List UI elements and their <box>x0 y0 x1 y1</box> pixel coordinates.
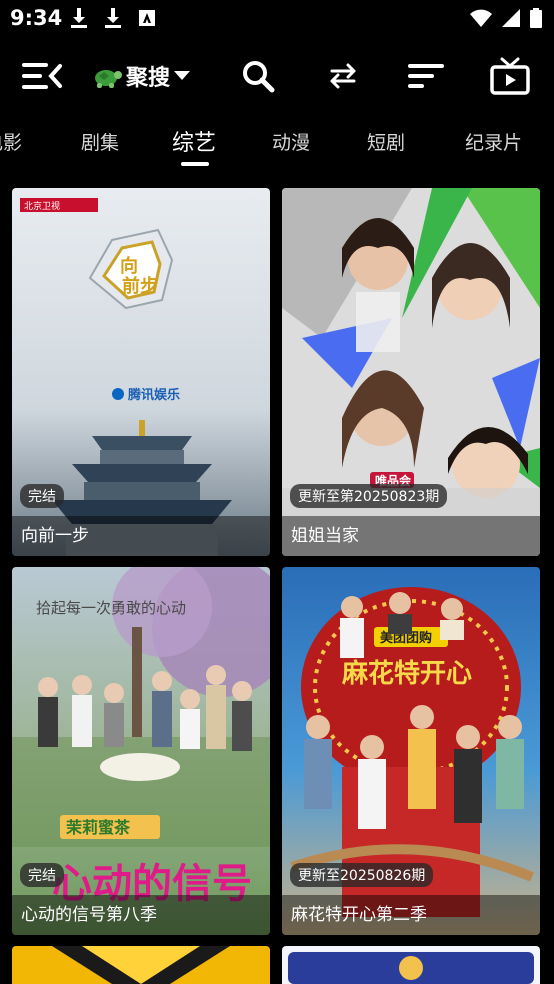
tab-movies[interactable]: 电影 <box>0 128 22 155</box>
poster-image <box>282 946 540 984</box>
menu-collapse-icon[interactable] <box>22 56 62 96</box>
card-title: 心动的信号第八季 <box>21 905 157 925</box>
tv-cast-icon[interactable] <box>490 56 530 96</box>
tab-short-drama[interactable]: 短剧 <box>367 128 405 155</box>
battery-icon <box>530 8 542 28</box>
media-card[interactable]: 唯品会 更新至第20250823期 姐姐当家 <box>282 188 540 556</box>
category-tabs: 电影 剧集 综艺 动漫 短剧 纪录片 <box>0 116 554 172</box>
card-title: 姐姐当家 <box>291 526 359 546</box>
top-toolbar: 聚搜 <box>0 44 554 106</box>
download-icon <box>71 8 87 28</box>
app-notification-icon <box>139 10 155 26</box>
channel-text: 北京卫视 <box>24 200 60 212</box>
sort-icon[interactable] <box>406 56 446 96</box>
tab-variety[interactable]: 综艺 <box>172 125 216 157</box>
logo-text: 腾讯娱乐 <box>127 387 180 403</box>
download-icon <box>105 8 121 28</box>
tab-series[interactable]: 剧集 <box>81 128 119 155</box>
media-card[interactable]: 美团团购 麻花特开心 更新至20250826期 麻花特开心第二季 <box>282 567 540 935</box>
status-badge: 完结 <box>20 863 64 887</box>
sponsor-text: 茉莉蜜茶 <box>66 818 131 837</box>
card-title: 向前一步 <box>21 526 89 546</box>
status-badge: 完结 <box>20 484 64 508</box>
poster-title-text: 麻花特开心 <box>341 658 472 689</box>
signal-icon <box>502 9 520 27</box>
turtle-icon <box>95 70 122 88</box>
poster-image <box>12 946 270 984</box>
media-card[interactable] <box>12 946 270 984</box>
svg-text:前步: 前步 <box>122 275 158 297</box>
media-card[interactable]: 北京卫视 向 前步 腾讯娱乐 完结 向前一步 <box>12 188 270 556</box>
media-card[interactable]: 拾起每一次勇敢的心动 茉莉蜜茶 心动的信号 完结 心动的信号第八季 <box>12 567 270 935</box>
search-icon[interactable] <box>238 56 278 96</box>
wifi-icon <box>470 9 492 27</box>
source-selector[interactable]: 聚搜 <box>92 58 191 94</box>
status-time: 9:34 <box>10 6 63 30</box>
svg-text:向: 向 <box>120 255 138 277</box>
active-tab-indicator <box>181 162 209 166</box>
card-title: 麻花特开心第二季 <box>291 905 427 925</box>
source-name: 聚搜 <box>126 66 171 91</box>
tab-anime[interactable]: 动漫 <box>272 128 310 155</box>
status-badge: 更新至第20250823期 <box>290 484 448 508</box>
swap-icon[interactable] <box>323 56 363 96</box>
status-badge: 更新至20250826期 <box>290 863 434 887</box>
status-bar: 9:34 <box>0 0 554 36</box>
media-card[interactable] <box>282 946 540 984</box>
chevron-down-icon <box>174 71 191 80</box>
tab-documentary[interactable]: 纪录片 <box>465 128 522 155</box>
slogan-text: 拾起每一次勇敢的心动 <box>36 599 186 617</box>
